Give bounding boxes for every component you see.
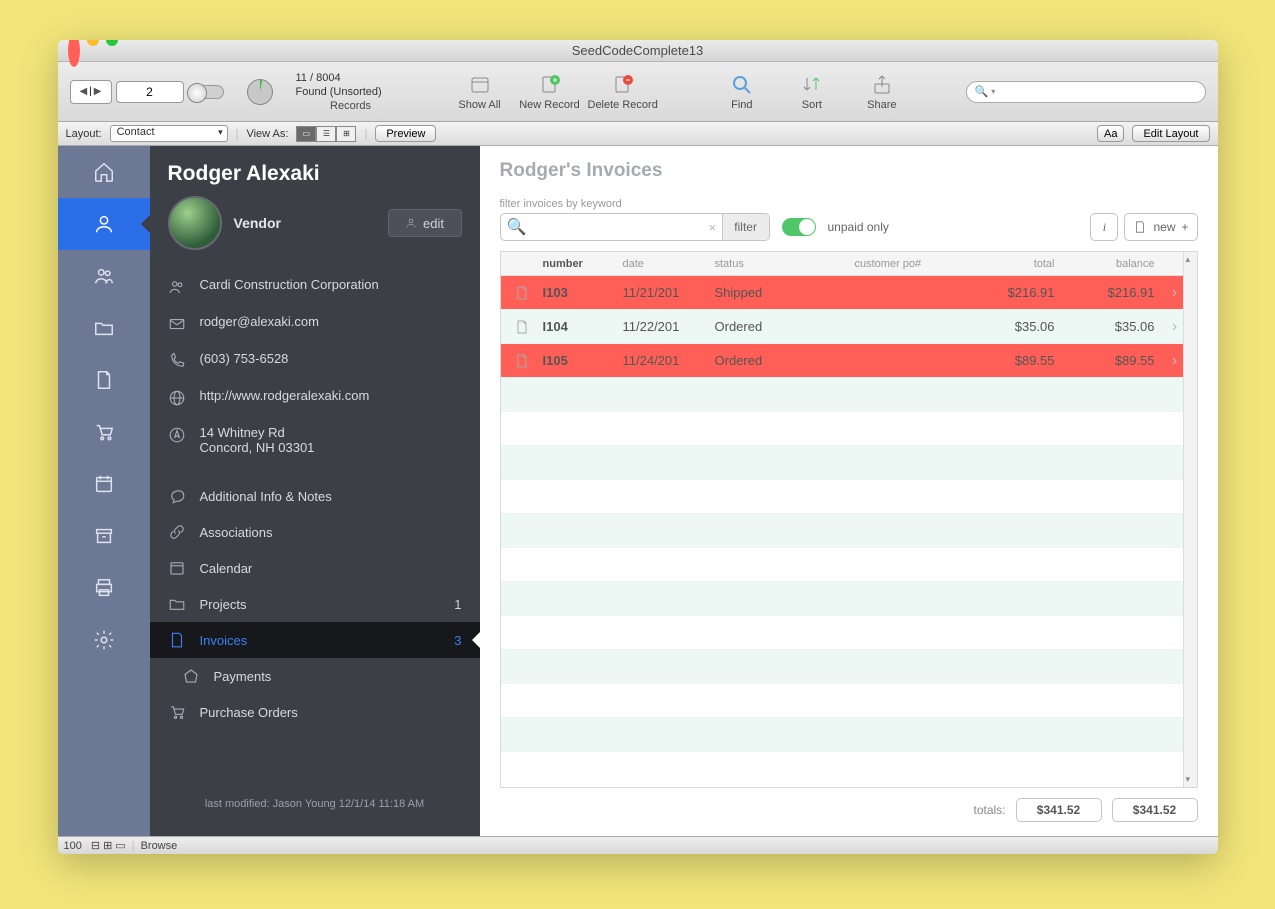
layout-label: Layout: (66, 128, 102, 140)
section-payments[interactable]: Payments (168, 658, 462, 694)
find-button[interactable]: Find (710, 73, 774, 111)
share-button[interactable]: Share (850, 73, 914, 111)
nav-print[interactable] (58, 562, 150, 614)
section-purchase-orders[interactable]: Purchase Orders (168, 694, 462, 730)
new-invoice-button[interactable]: new + (1124, 213, 1197, 241)
show-all-button[interactable]: Show All (448, 73, 512, 111)
document-icon (514, 285, 530, 301)
filter-label: filter invoices by keyword (500, 198, 1198, 210)
section-additional[interactable]: Additional Info & Notes (168, 478, 462, 514)
record-number[interactable]: 2 (116, 81, 184, 103)
record-nav[interactable]: ◀|▶ (70, 80, 112, 104)
totals-label: totals: (973, 803, 1005, 817)
sidebar-nav (58, 146, 150, 836)
nav-settings[interactable] (58, 614, 150, 666)
delete-record-button[interactable]: Delete Record (588, 73, 658, 111)
new-record-button[interactable]: New Record (518, 73, 582, 111)
nav-calendar[interactable] (58, 458, 150, 510)
edit-button[interactable]: edit (388, 209, 462, 237)
mode-label: Browse (141, 840, 178, 852)
info-button[interactable]: i (1090, 213, 1118, 241)
sort-button[interactable]: Sort (780, 73, 844, 111)
toolbar: ◀|▶ 2 11 / 8004 Found (Unsorted) Records… (58, 62, 1218, 122)
last-modified: last modified: Jason Young 12/1/14 11:18… (168, 788, 462, 820)
layout-bar: Layout: Contact | View As: ▭☰⊞ | Preview… (58, 122, 1218, 146)
filter-box: 🔍 × filter (500, 213, 770, 241)
search-input[interactable]: 🔍 ▾ (966, 81, 1206, 103)
app-window: SeedCodeComplete13 ◀|▶ 2 11 / 8004 Found… (58, 40, 1218, 854)
window-title: SeedCodeComplete13 (58, 43, 1218, 58)
layout-icon[interactable]: ▭ (115, 839, 125, 852)
address-row: 14 Whitney RdConcord, NH 03301 (168, 416, 462, 464)
nav-folder[interactable] (58, 302, 150, 354)
scrollbar[interactable]: ▴▾ (1183, 252, 1197, 787)
section-calendar[interactable]: Calendar (168, 550, 462, 586)
table-row[interactable]: I10311/21/201Shipped$216.91$216.91› (501, 276, 1197, 310)
main-panel: Rodger's Invoices filter invoices by key… (480, 146, 1218, 836)
record-slider[interactable] (188, 85, 224, 99)
zoom-out-icon[interactable]: ⊟ (91, 839, 100, 852)
edit-layout-button[interactable]: Edit Layout (1132, 125, 1209, 142)
table-header: number date status customer po# total ba… (501, 252, 1197, 276)
phone-row[interactable]: (603) 753-6528 (168, 342, 462, 379)
layout-select[interactable]: Contact (110, 125, 228, 142)
aa-button[interactable]: Aa (1097, 125, 1124, 142)
search-icon: 🔍 (501, 217, 533, 237)
web-row[interactable]: http://www.rodgeralexaki.com (168, 379, 462, 416)
document-icon (514, 319, 530, 335)
nav-contacts[interactable] (58, 250, 150, 302)
invoice-table: number date status customer po# total ba… (500, 251, 1198, 788)
contact-type: Vendor (234, 215, 281, 231)
section-projects[interactable]: Projects1 (168, 586, 462, 622)
company-row: Cardi Construction Corporation (168, 268, 462, 305)
avatar (168, 196, 222, 250)
table-row[interactable]: I10411/22/201Ordered$35.06$35.06› (501, 310, 1197, 344)
found-count: 11 / 8004 (296, 72, 341, 84)
clear-filter-icon[interactable]: × (703, 220, 721, 235)
section-invoices[interactable]: Invoices3 (150, 622, 480, 658)
document-icon (1133, 220, 1147, 234)
document-icon (514, 353, 530, 369)
nav-archive[interactable] (58, 510, 150, 562)
titlebar: SeedCodeComplete13 (58, 40, 1218, 62)
status-bar: 100⊟⊞▭ | Browse (58, 836, 1218, 854)
nav-document[interactable] (58, 354, 150, 406)
section-associations[interactable]: Associations (168, 514, 462, 550)
search-icon: 🔍 (975, 85, 989, 98)
table-row[interactable]: I10511/24/201Ordered$89.55$89.55› (501, 344, 1197, 378)
main-heading: Rodger's Invoices (500, 160, 1198, 182)
view-mode-buttons[interactable]: ▭☰⊞ (296, 126, 356, 142)
preview-button[interactable]: Preview (375, 125, 436, 142)
totals-total: $341.52 (1016, 798, 1102, 822)
viewas-label: View As: (246, 128, 288, 140)
totals-row: totals: $341.52 $341.52 (500, 798, 1198, 822)
filter-input[interactable] (532, 220, 703, 234)
records-label: Records (330, 100, 371, 112)
nav-cart[interactable] (58, 406, 150, 458)
email-row[interactable]: rodger@alexaki.com (168, 305, 462, 342)
unpaid-toggle[interactable] (782, 218, 816, 236)
nav-home[interactable] (58, 146, 150, 198)
found-pie-icon (247, 79, 273, 105)
contact-detail: Rodger Alexaki Vendor edit Cardi Constru… (150, 146, 480, 836)
found-status: Found (Unsorted) (296, 86, 382, 98)
nav-contact[interactable] (58, 198, 150, 250)
totals-balance: $341.52 (1112, 798, 1198, 822)
filter-button[interactable]: filter (722, 214, 769, 240)
unpaid-label: unpaid only (828, 220, 889, 234)
zoom-value[interactable]: 100 (64, 840, 88, 852)
zoom-in-icon[interactable]: ⊞ (103, 839, 112, 852)
plus-icon: + (1181, 220, 1188, 234)
contact-name: Rodger Alexaki (168, 162, 462, 186)
